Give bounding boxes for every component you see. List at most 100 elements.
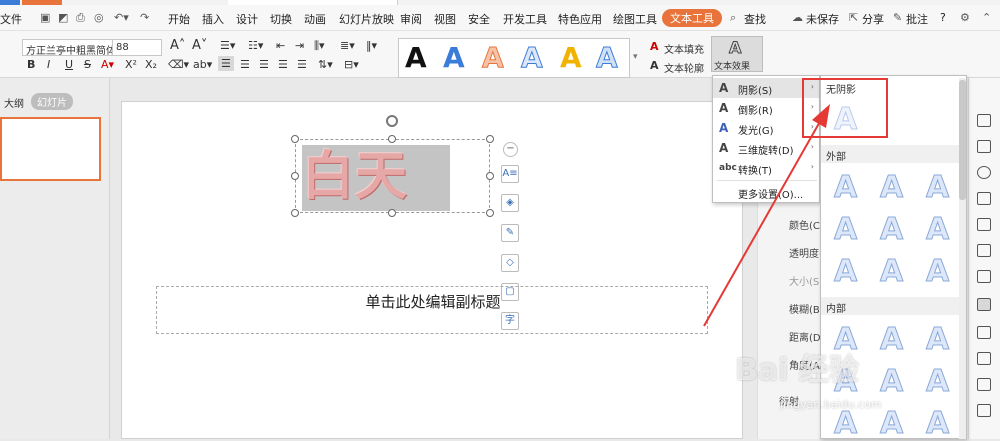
menu-text-tools[interactable]: 文本工具 [662,9,722,27]
menu-drawing-tools[interactable]: 绘图工具 [613,11,657,27]
align-left-icon[interactable]: ☰ [218,56,234,71]
backup-icon[interactable] [977,378,991,391]
superscript-icon[interactable]: X² [125,58,137,71]
outer-shadow-5[interactable]: A [879,212,903,248]
paragraph-spacing-icon[interactable]: ‖▾ [366,39,377,52]
menu-insert[interactable]: 插入 [202,11,224,27]
style-a-gold[interactable]: A [560,41,582,74]
search-icon[interactable]: ⌕ [730,11,736,25]
text-effect-button[interactable]: A 文本效果 [711,36,763,72]
properties-icon[interactable] [977,114,991,127]
share-button[interactable]: 分享 [862,11,884,27]
resize-handle-br[interactable] [486,209,494,217]
resize-handle-t[interactable] [388,135,396,143]
menu-review[interactable]: 审阅 [400,11,422,27]
cloud-icon[interactable]: ☁ [792,11,803,24]
resize-handle-b[interactable] [388,209,396,217]
share-icon[interactable]: ⇱ [849,11,858,24]
text-outline-button[interactable]: 文本轮廓 [664,60,704,75]
print-icon[interactable]: ⎙ [76,11,85,25]
outer-shadow-2[interactable]: A [879,170,903,206]
distribute-icon[interactable]: ☰ [297,58,307,71]
resize-handle-tr[interactable] [486,135,494,143]
style-a-orange-outline[interactable]: A [482,41,505,75]
subscript-icon[interactable]: X₂ [145,58,157,71]
menu-view[interactable]: 视图 [434,11,456,27]
line-spacing-icon[interactable]: ≣▾ [340,39,355,52]
transition-icon[interactable] [977,352,991,365]
menu-security[interactable]: 安全 [468,11,490,27]
menu-file[interactable]: 文件 [0,11,22,27]
fill-icon[interactable]: ◇ [501,254,519,272]
layer-icon[interactable]: ◈ [501,194,519,212]
align-center-icon[interactable]: ☰ [240,58,250,71]
text-fill-button[interactable]: 文本填充 [664,41,704,56]
redo-icon[interactable]: ↷ [140,11,149,24]
align-right-icon[interactable]: ☰ [259,58,269,71]
image-icon[interactable] [977,192,991,205]
strikethrough-icon[interactable]: S [84,58,91,71]
char-spacing-icon[interactable]: ab▾ [193,58,212,71]
resize-handle-r[interactable] [486,172,494,180]
outer-shadow-9[interactable]: A [925,254,949,290]
table-icon[interactable] [977,218,991,231]
resize-handle-l[interactable] [291,172,299,180]
tab-outline[interactable]: 大纲 [4,95,24,110]
preview-icon[interactable]: ◎ [94,11,104,24]
tab-slides[interactable]: 幻灯片 [31,93,73,110]
collapse-icon[interactable]: ⌃ [982,11,991,24]
subtitle-textbox[interactable]: 单击此处编辑副标题 [156,286,708,334]
copy-icon[interactable] [977,140,991,153]
inner-shadow-5[interactable]: A [879,364,903,400]
rotate-handle[interactable] [386,115,398,127]
style-a-blue[interactable]: A [443,41,465,74]
inner-shadow-7[interactable]: A [833,406,857,441]
inner-shadow-8[interactable]: A [879,406,903,441]
menu-home[interactable]: 开始 [168,11,190,27]
shrink-font-icon[interactable]: A˅ [192,38,207,53]
font-color-icon[interactable]: A▾ [101,58,114,71]
outer-shadow-3[interactable]: A [925,170,949,206]
collapse-float-icon[interactable]: − [503,142,518,157]
menu-slideshow[interactable]: 幻灯片放映 [339,11,394,27]
font-size-select[interactable]: 88 [112,39,162,56]
text-direction-icon[interactable]: ⇅▾ [318,58,333,71]
menu-transition[interactable]: 切换 [270,11,292,27]
resize-handle-bl[interactable] [291,209,299,217]
menu-animation[interactable]: 动画 [304,11,326,27]
increase-indent-icon[interactable]: ⇥ [295,39,304,52]
bold-icon[interactable]: B [27,58,35,71]
menu-devtools[interactable]: 开发工具 [503,11,547,27]
text-fill-icon[interactable]: A [650,40,659,53]
save-icon[interactable]: ▣ [40,11,50,24]
menu-design[interactable]: 设计 [236,11,258,27]
settings-icon[interactable]: ⚙ [960,11,970,24]
text-format-icon[interactable]: A≡ [501,165,519,183]
search-label[interactable]: 查找 [744,11,766,27]
underline-icon[interactable]: U [65,58,73,71]
chart-icon[interactable] [977,244,991,257]
slide-thumbnail[interactable] [0,117,101,181]
layout-icon[interactable] [977,270,991,283]
clear-format-icon[interactable]: ⌫▾ [168,58,189,71]
resize-handle-tl[interactable] [291,135,299,143]
style-a-blue-outline[interactable]: A [521,41,544,75]
shape-icon[interactable] [977,166,991,179]
unsaved-status[interactable]: 未保存 [806,11,839,27]
undo-icon[interactable]: ↶▾ [114,11,129,24]
text-outline-icon[interactable]: A [650,59,659,72]
inner-shadow-2[interactable]: A [879,322,903,358]
gallery-icon[interactable] [977,404,991,417]
justify-icon[interactable]: ☰ [278,58,288,71]
settings-panel-icon[interactable] [977,298,991,311]
comment-button[interactable]: 批注 [906,11,928,27]
comment-icon[interactable]: ✎ [893,11,902,24]
inner-shadow-3[interactable]: A [925,322,949,358]
export-icon[interactable]: ◩ [58,11,68,24]
title-text[interactable]: 白天 [302,145,450,211]
text-align-icon[interactable]: ⊟▾ [344,58,359,71]
outer-shadow-8[interactable]: A [879,254,903,290]
help-button[interactable]: ? [940,11,946,24]
submenu-scroll-thumb[interactable] [959,80,966,200]
grow-font-icon[interactable]: A˄ [170,38,185,53]
